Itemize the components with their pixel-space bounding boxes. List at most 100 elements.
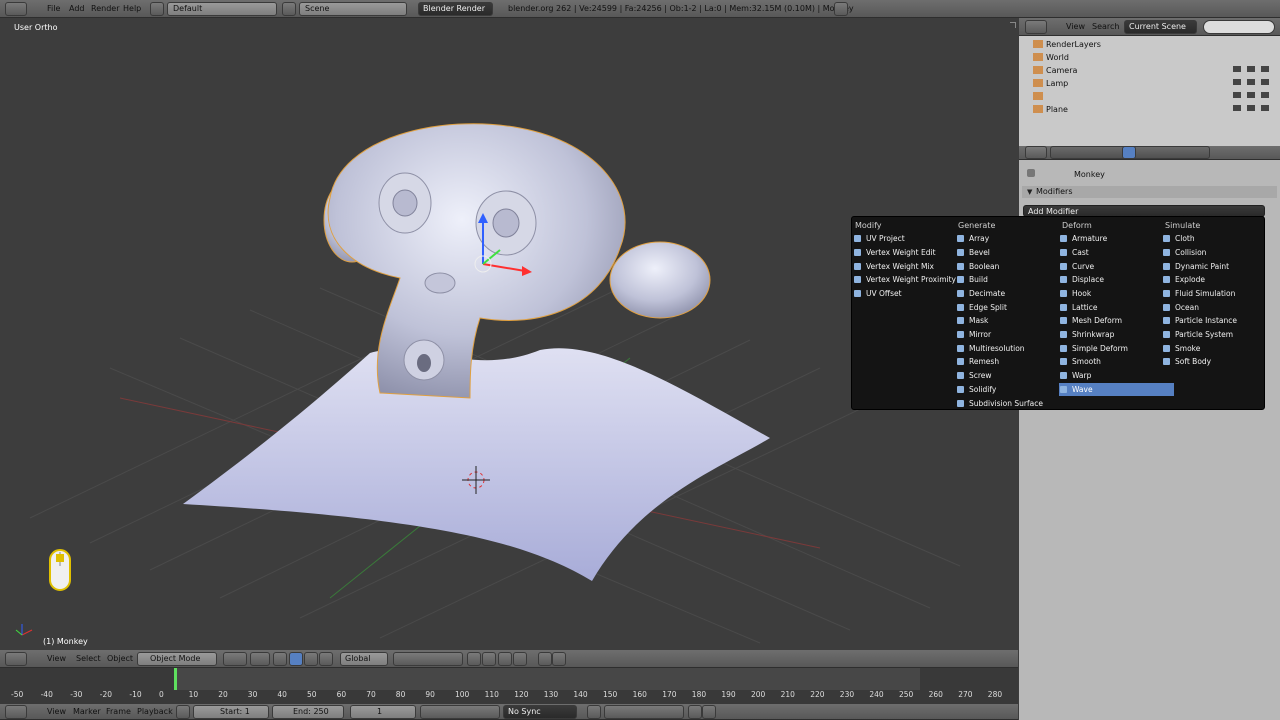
- menu-item-build[interactable]: Build: [956, 273, 988, 286]
- menu-add[interactable]: Add: [69, 4, 85, 13]
- menu-item-decimate[interactable]: Decimate: [956, 287, 1005, 300]
- menu-item-ocean[interactable]: Ocean: [1162, 301, 1199, 314]
- menu-item-shrinkwrap[interactable]: Shrinkwrap: [1059, 328, 1114, 341]
- timeline-menu-marker[interactable]: Marker: [73, 707, 101, 716]
- screen-layout-icon[interactable]: [150, 2, 164, 16]
- render-opengl-icon[interactable]: [538, 652, 552, 666]
- menu-item-solidify[interactable]: Solidify: [956, 383, 996, 396]
- translate-manipulator-icon[interactable]: [289, 652, 303, 666]
- fullscreen-icon[interactable]: [834, 2, 848, 16]
- menu-item-curve[interactable]: Curve: [1059, 260, 1094, 273]
- menu-item-uv-offset[interactable]: UV Offset: [853, 287, 902, 300]
- rotate-manipulator-icon[interactable]: [304, 652, 318, 666]
- view3d-menu-select[interactable]: Select: [76, 654, 101, 663]
- menu-item-armature[interactable]: Armature: [1059, 232, 1107, 245]
- outliner-panel[interactable]: RenderLayers World Camera Lamp Plane: [1019, 36, 1280, 146]
- outliner-display-select[interactable]: Current Scene: [1124, 20, 1197, 34]
- insert-keyframe-icon[interactable]: [688, 705, 702, 719]
- menu-item-mask[interactable]: Mask: [956, 314, 988, 327]
- view3d-menu-view[interactable]: View: [47, 654, 66, 663]
- scene-icon[interactable]: [282, 2, 296, 16]
- menu-item-particle-system[interactable]: Particle System: [1162, 328, 1233, 341]
- scale-manipulator-icon[interactable]: [319, 652, 333, 666]
- menu-item-vertex-weight-proximity[interactable]: Vertex Weight Proximity: [853, 273, 956, 286]
- menu-file[interactable]: File: [47, 4, 60, 13]
- menu-item-dynamic-paint[interactable]: Dynamic Paint: [1162, 260, 1229, 273]
- menu-item-displace[interactable]: Displace: [1059, 273, 1104, 286]
- timeline-current-frame[interactable]: [174, 668, 177, 690]
- menu-item-bevel[interactable]: Bevel: [956, 246, 990, 259]
- pivot-point-button[interactable]: [250, 652, 270, 666]
- timeline-menu-frame[interactable]: Frame: [106, 707, 131, 716]
- menu-item-collision[interactable]: Collision: [1162, 246, 1206, 259]
- menu-item-screw[interactable]: Screw: [956, 369, 992, 382]
- select-arrow-icons[interactable]: [1247, 66, 1255, 114]
- menu-item-hook[interactable]: Hook: [1059, 287, 1091, 300]
- menu-item-cloth[interactable]: Cloth: [1162, 232, 1195, 245]
- manipulator-toggle-icon[interactable]: [273, 652, 287, 666]
- menu-item-wave[interactable]: Wave: [1059, 383, 1174, 396]
- modifiers-panel-header[interactable]: ▼ Modifiers: [1022, 186, 1277, 198]
- current-frame-field[interactable]: 1: [350, 705, 416, 719]
- render-animation-icon[interactable]: [552, 652, 566, 666]
- view3d-menu-object[interactable]: Object: [107, 654, 133, 663]
- start-frame-field[interactable]: Start: 1: [193, 705, 269, 719]
- shading-mode-button[interactable]: [223, 652, 247, 666]
- menu-item-lattice[interactable]: Lattice: [1059, 301, 1097, 314]
- render-camera-icons[interactable]: [1261, 66, 1269, 114]
- menu-item-smooth[interactable]: Smooth: [1059, 355, 1101, 368]
- snap-element-icon[interactable]: [513, 652, 527, 666]
- outliner-row-world[interactable]: World: [1019, 51, 1280, 64]
- timeline-editor-type-button[interactable]: [5, 705, 27, 719]
- menu-item-simple-deform[interactable]: Simple Deform: [1059, 342, 1128, 355]
- area-split-handle[interactable]: [1010, 22, 1016, 28]
- menu-item-subdivision-surface[interactable]: Subdivision Surface: [956, 397, 1043, 410]
- view3d-editor-type-button[interactable]: [5, 652, 27, 666]
- menu-item-fluid-simulation[interactable]: Fluid Simulation: [1162, 287, 1235, 300]
- layers-grid[interactable]: [393, 652, 463, 666]
- menu-item-multiresolution[interactable]: Multiresolution: [956, 342, 1025, 355]
- playback-controls[interactable]: [420, 705, 500, 719]
- sync-mode-select[interactable]: No Sync: [503, 705, 577, 719]
- menu-item-edge-split[interactable]: Edge Split: [956, 301, 1007, 314]
- snap-toggle-icon[interactable]: [498, 652, 512, 666]
- timeline-area[interactable]: -50 -40 -30 -20 -10 0 10 20 30 40 50 60 70 80 90 100 110…: [0, 668, 1018, 704]
- outliner-editor-type-button[interactable]: [1025, 20, 1047, 34]
- menu-item-particle-instance[interactable]: Particle Instance: [1162, 314, 1237, 327]
- preview-range-icon[interactable]: [176, 705, 190, 719]
- outliner-search-input[interactable]: [1203, 20, 1275, 34]
- modifier-tab-icon[interactable]: [1122, 146, 1136, 159]
- menu-item-vertex-weight-edit[interactable]: Vertex Weight Edit: [853, 246, 936, 259]
- menu-item-array[interactable]: Array: [956, 232, 989, 245]
- menu-item-mirror[interactable]: Mirror: [956, 328, 991, 341]
- menu-item-vertex-weight-mix[interactable]: Vertex Weight Mix: [853, 260, 934, 273]
- menu-item-cast[interactable]: Cast: [1059, 246, 1089, 259]
- end-frame-field[interactable]: End: 250: [272, 705, 344, 719]
- menu-item-warp[interactable]: Warp: [1059, 369, 1091, 382]
- outliner-row-renderlayers[interactable]: RenderLayers: [1019, 38, 1280, 51]
- menu-help[interactable]: Help: [123, 4, 141, 13]
- delete-keyframe-icon[interactable]: [702, 705, 716, 719]
- menu-item-remesh[interactable]: Remesh: [956, 355, 999, 368]
- keying-set-icon[interactable]: [604, 705, 684, 719]
- auto-keyframe-icon[interactable]: [587, 705, 601, 719]
- render-engine-select[interactable]: Blender Render: [418, 2, 493, 16]
- pin-icon[interactable]: [1027, 169, 1035, 177]
- menu-item-soft-body[interactable]: Soft Body: [1162, 355, 1211, 368]
- orientation-select[interactable]: Global: [340, 652, 388, 666]
- lock-layers-icon[interactable]: [467, 652, 481, 666]
- editor-type-button[interactable]: [5, 2, 27, 16]
- scene-field[interactable]: Scene: [299, 2, 407, 16]
- proportional-edit-icon[interactable]: [482, 652, 496, 666]
- timeline-menu-view[interactable]: View: [47, 707, 66, 716]
- properties-editor-type-button[interactable]: [1025, 146, 1047, 159]
- screen-layout-field[interactable]: Default: [167, 2, 277, 16]
- object-mode-select[interactable]: Object Mode: [137, 652, 217, 666]
- menu-item-boolean[interactable]: Boolean: [956, 260, 999, 273]
- visibility-eye-icons[interactable]: [1233, 66, 1241, 114]
- menu-item-explode[interactable]: Explode: [1162, 273, 1205, 286]
- menu-item-uv-project[interactable]: UV Project: [853, 232, 905, 245]
- outliner-menu-view[interactable]: View: [1066, 22, 1085, 31]
- menu-item-mesh-deform[interactable]: Mesh Deform: [1059, 314, 1122, 327]
- outliner-menu-search[interactable]: Search: [1092, 22, 1119, 31]
